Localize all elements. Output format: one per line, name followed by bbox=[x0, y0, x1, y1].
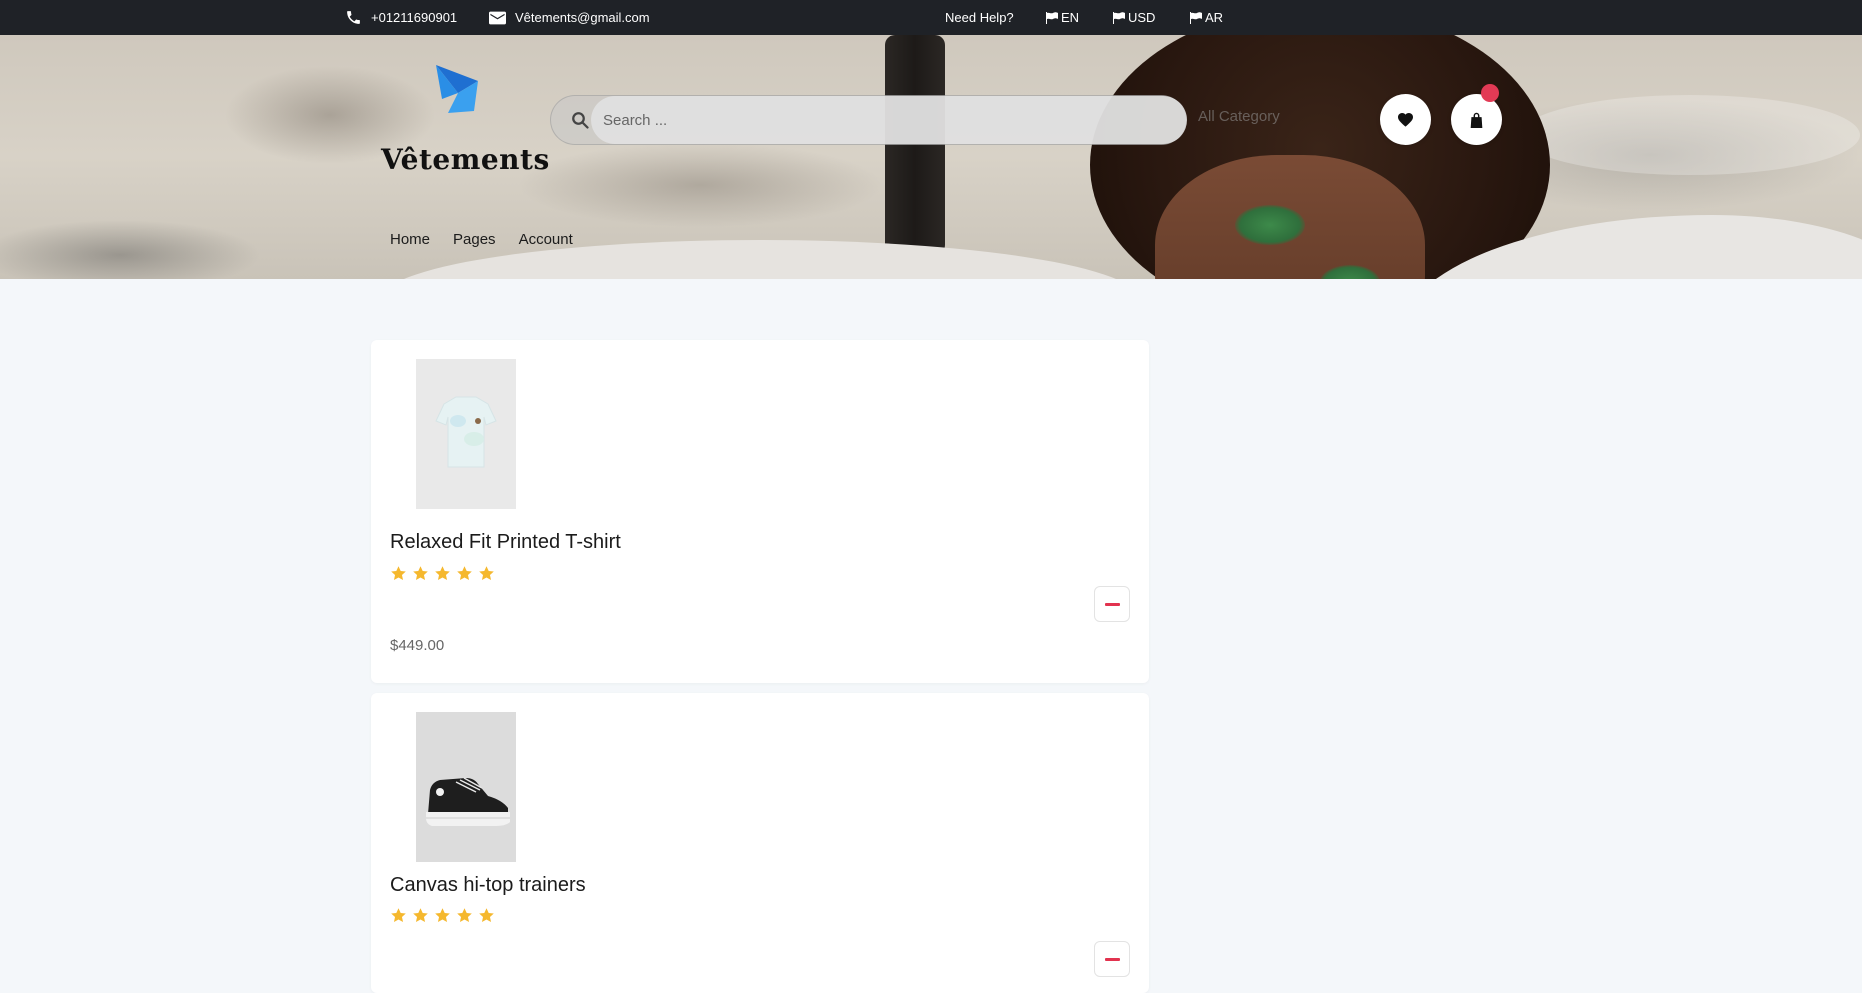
brand-logo[interactable]: Vêtements bbox=[378, 63, 549, 183]
language-ar[interactable]: AR bbox=[1189, 0, 1223, 35]
star-icon bbox=[435, 566, 450, 581]
help-link[interactable]: Need Help? bbox=[945, 0, 1014, 35]
minus-icon bbox=[1104, 957, 1120, 961]
help-label: Need Help? bbox=[945, 10, 1014, 25]
logo-mark-icon bbox=[436, 65, 478, 113]
phone-icon bbox=[347, 11, 360, 24]
star-icon bbox=[391, 566, 406, 581]
hero-model-makeup bbox=[1235, 205, 1305, 245]
language-en-label: EN bbox=[1061, 10, 1080, 25]
email-address: Vêtements@gmail.com bbox=[515, 10, 650, 25]
product-price: $449.00 bbox=[390, 637, 445, 654]
search-input[interactable] bbox=[591, 96, 1187, 144]
language-ar-label: AR bbox=[1205, 10, 1224, 25]
star-icon bbox=[479, 566, 494, 581]
flag-icon bbox=[1190, 11, 1202, 24]
product-image[interactable] bbox=[416, 359, 516, 509]
currency-label: USD bbox=[1128, 10, 1156, 25]
flag-icon bbox=[1113, 11, 1125, 24]
product-title[interactable]: Relaxed Fit Printed T-shirt bbox=[390, 531, 621, 554]
remove-button[interactable] bbox=[1094, 586, 1130, 622]
currency-selector[interactable]: USD bbox=[1112, 0, 1155, 35]
star-icon bbox=[413, 566, 428, 581]
wishlist-button[interactable] bbox=[1380, 94, 1431, 145]
cart-badge bbox=[1481, 84, 1499, 102]
bag-icon bbox=[1470, 112, 1483, 128]
product-card: Canvas hi-top trainers bbox=[371, 693, 1149, 993]
star-icon bbox=[479, 908, 494, 923]
product-image[interactable] bbox=[416, 712, 516, 862]
phone-number: +01211690901 bbox=[371, 10, 458, 25]
flag-icon bbox=[1046, 11, 1058, 24]
hero-background-tree bbox=[885, 35, 945, 255]
star-icon bbox=[457, 908, 472, 923]
nav-item-pages[interactable]: Pages bbox=[453, 231, 496, 248]
nav-item-account[interactable]: Account bbox=[519, 231, 573, 248]
star-icon bbox=[413, 908, 428, 923]
product-rating bbox=[390, 907, 495, 924]
cart-button[interactable] bbox=[1451, 94, 1502, 145]
brand-name: Vêtements bbox=[381, 143, 550, 176]
hero-header: Vêtements All Category Home Pages Accoun… bbox=[0, 35, 1862, 279]
hero-background-shape bbox=[1520, 95, 1860, 175]
language-en[interactable]: EN bbox=[1045, 0, 1079, 35]
category-select[interactable]: All Category bbox=[1198, 108, 1280, 125]
search-icon bbox=[572, 112, 589, 129]
product-rating bbox=[390, 565, 495, 582]
product-card: Relaxed Fit Printed T-shirt $449.00 bbox=[371, 340, 1149, 683]
star-icon bbox=[435, 908, 450, 923]
email-contact[interactable]: Vêtements@gmail.com bbox=[489, 0, 650, 35]
search-bar[interactable] bbox=[550, 95, 1187, 145]
heart-icon bbox=[1398, 113, 1413, 127]
star-icon bbox=[391, 908, 406, 923]
mail-icon bbox=[489, 11, 506, 24]
top-bar: +01211690901 Vêtements@gmail.com Need He… bbox=[0, 0, 1862, 35]
main-nav: Home Pages Account bbox=[390, 231, 573, 248]
product-title[interactable]: Canvas hi-top trainers bbox=[390, 874, 586, 897]
minus-icon bbox=[1104, 602, 1120, 606]
phone-contact[interactable]: +01211690901 bbox=[345, 0, 457, 35]
nav-item-home[interactable]: Home bbox=[390, 231, 430, 248]
star-icon bbox=[457, 566, 472, 581]
